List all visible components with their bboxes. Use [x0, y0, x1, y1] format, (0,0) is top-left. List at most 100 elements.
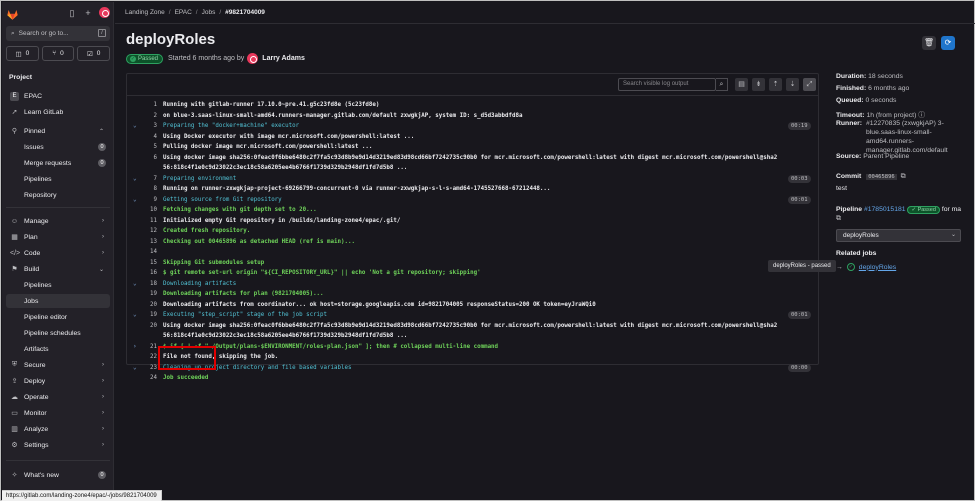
line-number[interactable]: 14: [141, 247, 157, 258]
chevron-right-icon[interactable]: ›: [133, 342, 137, 353]
sidebar-item-pipeline-editor[interactable]: Pipeline editor: [6, 310, 110, 324]
user-avatar[interactable]: [99, 7, 110, 18]
log-text: Using docker image sha256:0feac0f6bbe648…: [163, 322, 778, 329]
line-number[interactable]: 13: [141, 237, 157, 248]
help-icon[interactable]: ⓘ: [918, 112, 925, 119]
line-number[interactable]: 6: [141, 153, 158, 164]
scroll-top-button[interactable]: ⇡: [769, 78, 782, 91]
chevron-down-icon[interactable]: ⌄: [133, 174, 137, 185]
line-number[interactable]: 20: [141, 300, 157, 311]
chevron-down-icon[interactable]: ⌄: [133, 279, 137, 290]
merge-requests-counter[interactable]: ⑂ 0: [41, 46, 75, 61]
line-number[interactable]: 24: [141, 373, 157, 384]
sidebar-item-pinned[interactable]: ⚲ Pinned ⌃: [6, 124, 110, 138]
chevron-down-icon[interactable]: ⌄: [133, 363, 137, 374]
pipeline-status-badge[interactable]: ✓ Passed: [907, 206, 940, 214]
sidebar-item-issues[interactable]: Issues 0: [6, 140, 110, 154]
copy-icon[interactable]: ⧉: [901, 173, 906, 180]
sidebar-item-jobs[interactable]: Jobs: [6, 294, 110, 308]
scroll-up-icon: ⇡: [772, 81, 779, 88]
sidebar-toggle-icon[interactable]: ▯: [67, 8, 77, 18]
sidebar-item-artifacts[interactable]: Artifacts: [6, 342, 110, 356]
stage-select[interactable]: deployRoles ⌄: [836, 229, 961, 242]
line-number[interactable]: 15: [141, 258, 157, 269]
breadcrumb-item-project[interactable]: EPAC: [175, 9, 192, 16]
collapse-sections-button[interactable]: ⇟: [752, 78, 765, 91]
search-input[interactable]: ⌕ Search or go to... /: [6, 26, 110, 41]
line-number[interactable]: 22: [141, 352, 157, 363]
merge-request-icon: ⑂: [52, 50, 57, 57]
line-number[interactable]: 18: [141, 279, 157, 290]
line-number[interactable]: 9: [141, 195, 158, 206]
duration-row: Duration: 18 seconds: [836, 73, 903, 80]
todo-counter[interactable]: ☑ 0: [77, 46, 111, 61]
log-search-input[interactable]: Search visible log output: [618, 78, 716, 91]
sidebar-item-code[interactable]: </> Code ›: [6, 246, 110, 260]
line-number[interactable]: 5: [141, 142, 158, 153]
plus-icon[interactable]: +: [83, 8, 93, 18]
sidebar-item-whats-new[interactable]: ✧ What's new 0: [6, 468, 110, 482]
line-number[interactable]: 20: [141, 321, 157, 332]
line-number[interactable]: 7: [141, 174, 158, 185]
chevron-down-icon[interactable]: ⌄: [133, 195, 137, 206]
sidebar-item-manage[interactable]: ☺ Manage ›: [6, 214, 110, 228]
retry-button[interactable]: ⟳: [941, 36, 955, 50]
sidebar-item-pipelines[interactable]: Pipelines: [6, 278, 110, 292]
sidebar-item-pinned-pipelines[interactable]: Pipelines: [6, 172, 110, 186]
log-line: ⌄ 23 Cleaning up project directory and fil…: [127, 363, 818, 374]
line-number[interactable]: 11: [141, 216, 157, 227]
line-number[interactable]: 8: [141, 184, 158, 195]
line-number[interactable]: 12: [141, 226, 157, 237]
line-number[interactable]: 23: [141, 363, 157, 374]
sidebar-item-pipeline-schedules[interactable]: Pipeline schedules: [6, 326, 110, 340]
sidebar-item-monitor[interactable]: ▭ Monitor ›: [6, 406, 110, 420]
line-number[interactable]: 1: [141, 100, 158, 111]
gitlab-logo-icon[interactable]: [6, 8, 19, 21]
line-number[interactable]: 2: [141, 111, 158, 122]
breadcrumb-item-jobs[interactable]: Jobs: [202, 9, 216, 16]
author-name[interactable]: Larry Adams: [262, 55, 305, 62]
sidebar-item-merge-requests[interactable]: Merge requests 0: [6, 156, 110, 170]
fullscreen-button[interactable]: ⤢: [803, 78, 816, 91]
breadcrumb-item-group[interactable]: Landing Zone: [125, 9, 165, 16]
line-number[interactable]: 4: [141, 132, 158, 143]
chevron-down-icon[interactable]: ⌄: [133, 121, 137, 132]
section-duration-badge: 00:19: [788, 122, 811, 130]
scroll-bottom-button[interactable]: ⇣: [786, 78, 799, 91]
runner-row: Runner: #12270835 (zxwgkjAP) 3- blue.saa…: [836, 120, 948, 154]
issues-counter[interactable]: ◫ 0: [6, 46, 39, 61]
chevron-down-icon[interactable]: ⌄: [133, 310, 137, 321]
sidebar-item-plan[interactable]: ▦ Plan ›: [6, 230, 110, 244]
sidebar-item-operate[interactable]: ☁ Operate ›: [6, 390, 110, 404]
log-text: Running on runner-zxwgkjap-project-69266…: [163, 186, 551, 192]
sidebar-item-repository[interactable]: Repository: [6, 188, 110, 202]
log-line: ⌄ 18 Downloading artifacts: [127, 279, 818, 290]
copy-icon[interactable]: ⧉: [836, 215, 841, 223]
log-text: Using docker image sha256:0feac0f6bbe648…: [163, 154, 778, 161]
line-number[interactable]: 3: [141, 121, 158, 132]
sidebar-item-analyze[interactable]: ▥ Analyze ›: [6, 422, 110, 436]
sidebar-item-settings[interactable]: ⚙ Settings ›: [6, 438, 110, 452]
pipeline-link[interactable]: #1785015181: [864, 206, 906, 213]
line-number[interactable]: 19: [141, 310, 157, 321]
sidebar-item-learn-gitlab[interactable]: ➚ Learn GitLab: [6, 105, 110, 119]
related-job-link[interactable]: deployRoles: [859, 264, 896, 271]
raw-log-button[interactable]: ▤: [735, 78, 748, 91]
status-badge[interactable]: ✓ Passed: [126, 53, 164, 64]
log-toolbar: Search visible log output ⌕ ▤ ⇟ ⇡ ⇣ ⤢: [127, 74, 818, 96]
commit-sha[interactable]: 00465896: [866, 174, 897, 180]
line-number[interactable]: 10: [141, 205, 157, 216]
line-number[interactable]: 21: [141, 342, 157, 353]
line-number[interactable]: 19: [141, 289, 157, 300]
sidebar-item-deploy[interactable]: ⇪ Deploy ›: [6, 374, 110, 388]
erase-log-button[interactable]: 🗑: [922, 36, 936, 50]
breadcrumb-item-current[interactable]: #9821704009: [225, 9, 265, 16]
sidebar-item-build[interactable]: ⚑ Build ⌄: [6, 262, 110, 276]
line-number[interactable]: 16: [141, 268, 157, 279]
chevron-right-icon: ›: [102, 426, 104, 432]
author-avatar[interactable]: [247, 53, 259, 64]
sidebar-item-secure[interactable]: ⛨ Secure ›: [6, 358, 110, 372]
related-job-item[interactable]: → ✓ deployRoles: [836, 263, 896, 271]
project-link[interactable]: E EPAC: [6, 89, 110, 103]
search-icon[interactable]: ⌕: [716, 78, 728, 91]
